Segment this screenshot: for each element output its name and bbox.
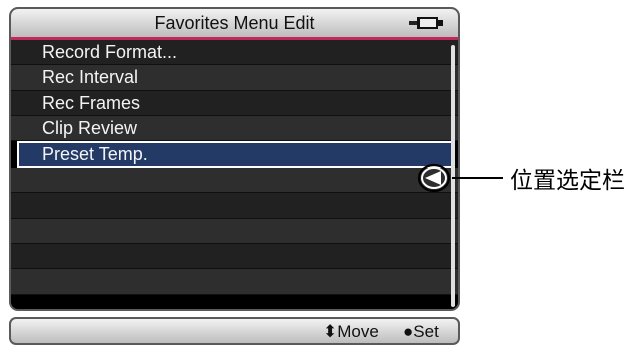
move-label: Move: [337, 322, 379, 341]
up-down-arrow-icon: ⬍: [323, 322, 338, 341]
set-label: Set: [413, 322, 439, 341]
dot-icon: ●: [403, 322, 414, 341]
set-hint: ●Set: [403, 322, 439, 342]
move-hint: ⬍Move: [323, 322, 379, 342]
callout-label: 位置选定栏: [510, 168, 625, 194]
footer-bar: ⬍Move ●Set: [9, 317, 460, 345]
